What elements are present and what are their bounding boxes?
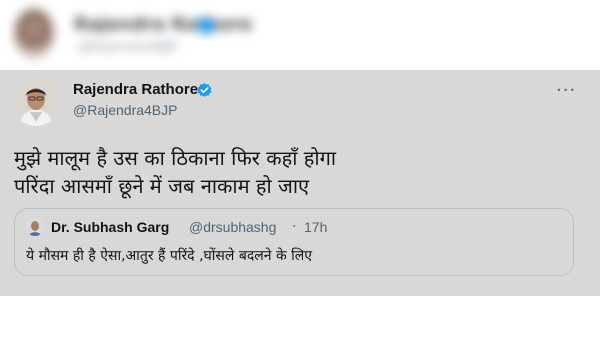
separator-dot: · xyxy=(292,219,297,235)
background-verified-icon xyxy=(198,18,214,34)
background-author-name: Rajendra Rathore xyxy=(74,14,253,35)
quoted-tweet-text: ये मौसम ही है ऐसा,आतुर हैं परिंदे ,घोंसल… xyxy=(26,248,313,264)
more-options-icon[interactable]: ··· xyxy=(556,80,576,101)
background-tweet-header: Rajendra Rathore @Rajendra4BJP xyxy=(0,0,600,70)
background-author-handle: @Rajendra4BJP xyxy=(78,40,178,55)
quoted-timestamp[interactable]: 17h xyxy=(304,219,327,235)
author-name[interactable]: Rajendra Rathore xyxy=(73,81,198,98)
author-handle[interactable]: @Rajendra4BJP xyxy=(73,102,178,118)
tweet-text-line: परिंदा आसमाँ छूने में जब नाकाम हो जाए xyxy=(14,174,310,198)
quoted-avatar[interactable] xyxy=(26,218,44,236)
tweet-text: मुझे मालूम है उस का ठिकाना फिर कहाँ होगा… xyxy=(14,144,574,200)
background-avatar xyxy=(14,8,54,60)
avatar[interactable] xyxy=(12,78,60,126)
quoted-tweet[interactable]: Dr. Subhash Garg @drsubhashg · 17h ये मौ… xyxy=(14,208,574,276)
verified-badge-icon xyxy=(197,83,212,97)
quoted-author-handle[interactable]: @drsubhashg xyxy=(189,219,276,235)
quoted-author-name[interactable]: Dr. Subhash Garg xyxy=(51,219,169,235)
tweet-text-line: मुझे मालूम है उस का ठिकाना फिर कहाँ होगा xyxy=(14,146,337,170)
tweet-card[interactable]: Rajendra Rathore @Rajendra4BJP ··· मुझे … xyxy=(0,70,600,296)
